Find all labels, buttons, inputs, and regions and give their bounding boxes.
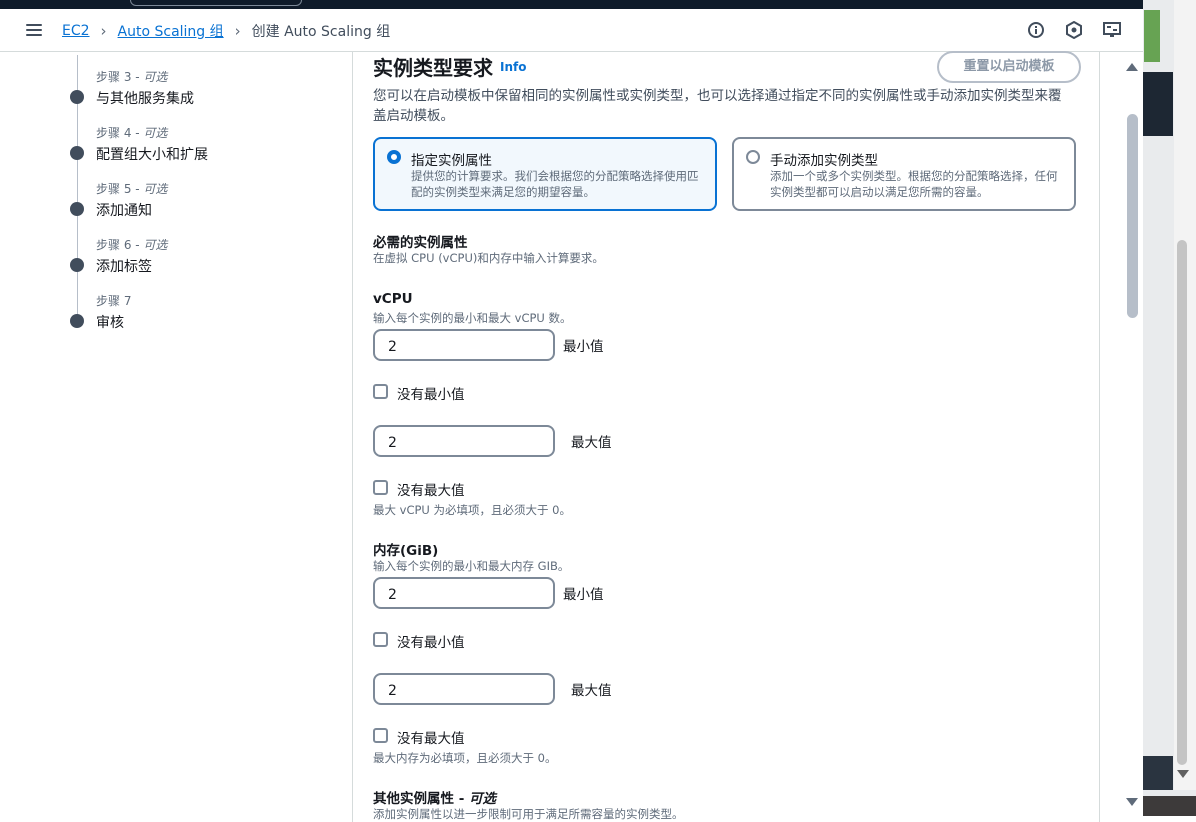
reset-to-launch-template-button[interactable]: 重置以启动模板 — [937, 51, 1081, 83]
step-name[interactable]: 审核 — [96, 312, 124, 332]
vcpu-hint: 最大 vCPU 为必填项，且必须大于 0。 — [373, 503, 571, 517]
step-optional: 可选 — [143, 238, 168, 252]
step-name[interactable]: 添加标签 — [96, 256, 152, 276]
step-optional: 可选 — [143, 70, 168, 84]
optional-attributes-desc: 添加实例属性以进一步限制可用于满足所需容量的实例类型。 — [373, 807, 684, 821]
memory-no-min-label[interactable]: 没有最小值 — [397, 631, 465, 651]
vcpu-no-max-checkbox[interactable] — [373, 480, 388, 495]
step-name[interactable]: 与其他服务集成 — [96, 88, 194, 108]
vcpu-min-label: 最小值 — [563, 339, 604, 355]
search-box-edge[interactable] — [130, 0, 302, 6]
radio-selected-icon[interactable] — [387, 150, 401, 164]
tile-description: 提供您的计算要求。我们会根据您的分配策略选择使用匹配的实例类型来满足您的期望容量… — [411, 169, 699, 199]
vcpu-max-input[interactable]: 2 — [373, 425, 555, 457]
page-scrollbar[interactable] — [1174, 0, 1196, 790]
step-dot-icon — [70, 90, 84, 104]
step-name[interactable]: 添加通知 — [96, 200, 152, 220]
hamburger-menu-icon[interactable] — [26, 24, 42, 36]
step-label: 步骤 5 — [96, 182, 132, 196]
step-dot-icon — [70, 146, 84, 160]
breadcrumb-current: 创建 Auto Scaling 组 — [251, 24, 391, 40]
breadcrumb-bar: EC2 › Auto Scaling 组 › 创建 Auto Scaling 组 — [0, 9, 1143, 52]
tile-title: 手动添加实例类型 — [770, 153, 878, 169]
memory-min-input[interactable]: 2 — [373, 577, 555, 609]
chevron-right-icon: › — [234, 22, 241, 40]
info-circle-icon[interactable] — [1027, 21, 1045, 39]
memory-min-label: 最小值 — [563, 587, 604, 603]
vcpu-min-input[interactable]: 2 — [373, 329, 555, 361]
vcpu-no-min-checkbox[interactable] — [373, 384, 388, 399]
required-attributes-heading: 必需的实例属性 — [373, 235, 468, 251]
scroll-down-arrow-icon[interactable] — [1126, 798, 1138, 806]
tile-title: 指定实例属性 — [411, 153, 492, 169]
memory-heading: 内存(GiB) — [373, 543, 439, 559]
step-dot-icon — [70, 258, 84, 272]
vcpu-no-max-label[interactable]: 没有最大值 — [397, 479, 465, 499]
step-optional: 可选 — [143, 126, 168, 140]
settings-icon[interactable] — [1103, 21, 1121, 39]
memory-no-max-label[interactable]: 没有最大值 — [397, 727, 465, 747]
memory-hint: 最大内存为必填项，且必须大于 0。 — [373, 751, 557, 765]
required-attributes-desc: 在虚拟 CPU (vCPU)和内存中输入计算要求。 — [373, 251, 604, 265]
page-scrollbar-thumb[interactable] — [1177, 240, 1187, 765]
vcpu-no-min-label[interactable]: 没有最小值 — [397, 383, 465, 403]
memory-max-label: 最大值 — [571, 683, 612, 699]
scrollbar-thumb[interactable] — [1127, 114, 1138, 318]
tile-manual-add-types[interactable]: 手动添加实例类型 添加一个或多个实例类型。根据您的分配策略选择，任何实例类型都可… — [732, 137, 1076, 211]
section-description: 您可以在启动模板中保留相同的实例属性或实例类型，也可以选择通过指定不同的实例属性… — [373, 88, 1062, 124]
top-navigation-strip — [0, 0, 1143, 9]
step-label: 步骤 7 — [96, 294, 132, 308]
breadcrumb-ec2-link[interactable]: EC2 — [62, 23, 90, 39]
chevron-right-icon: › — [100, 22, 107, 40]
tile-specify-attributes[interactable]: 指定实例属性 提供您的计算要求。我们会根据您的分配策略选择使用匹配的实例类型来满… — [373, 137, 717, 211]
page-scroll-down-arrow-icon[interactable] — [1177, 770, 1189, 778]
vcpu-max-label: 最大值 — [571, 435, 612, 451]
vcpu-heading: vCPU — [373, 291, 413, 307]
tile-description: 添加一个或多个实例类型。根据您的分配策略选择，任何实例类型都可以启动以满足您所需… — [770, 169, 1058, 199]
step-optional: 可选 — [143, 182, 168, 196]
notifications-icon[interactable] — [1065, 20, 1083, 40]
breadcrumb: EC2 › Auto Scaling 组 › 创建 Auto Scaling 组 — [62, 21, 390, 41]
breadcrumb-asg-link[interactable]: Auto Scaling 组 — [118, 21, 224, 41]
step-label: 步骤 6 — [96, 238, 132, 252]
step-label: 步骤 4 — [96, 126, 132, 140]
memory-max-input[interactable]: 2 — [373, 673, 555, 705]
memory-no-max-checkbox[interactable] — [373, 728, 388, 743]
step-label: 步骤 3 — [96, 70, 132, 84]
step-name[interactable]: 配置组大小和扩展 — [96, 144, 208, 164]
scroll-up-arrow-icon[interactable] — [1126, 63, 1138, 71]
memory-desc: 输入每个实例的最小和最大内存 GIB。 — [373, 559, 570, 573]
section-title: 实例类型要求 — [373, 56, 493, 80]
memory-no-min-checkbox[interactable] — [373, 632, 388, 647]
vcpu-desc: 输入每个实例的最小和最大 vCPU 数。 — [373, 311, 572, 325]
step-dot-icon — [70, 202, 84, 216]
step-dot-icon — [70, 314, 84, 328]
info-link[interactable]: Info — [500, 60, 526, 74]
radio-unselected-icon[interactable] — [746, 150, 760, 164]
optional-attributes-heading: 其他实例属性 - 可选 — [373, 791, 497, 807]
instance-type-requirements-panel: 实例类型要求 Info 重置以启动模板 您可以在启动模板中保留相同的实例属性或实… — [352, 51, 1100, 822]
